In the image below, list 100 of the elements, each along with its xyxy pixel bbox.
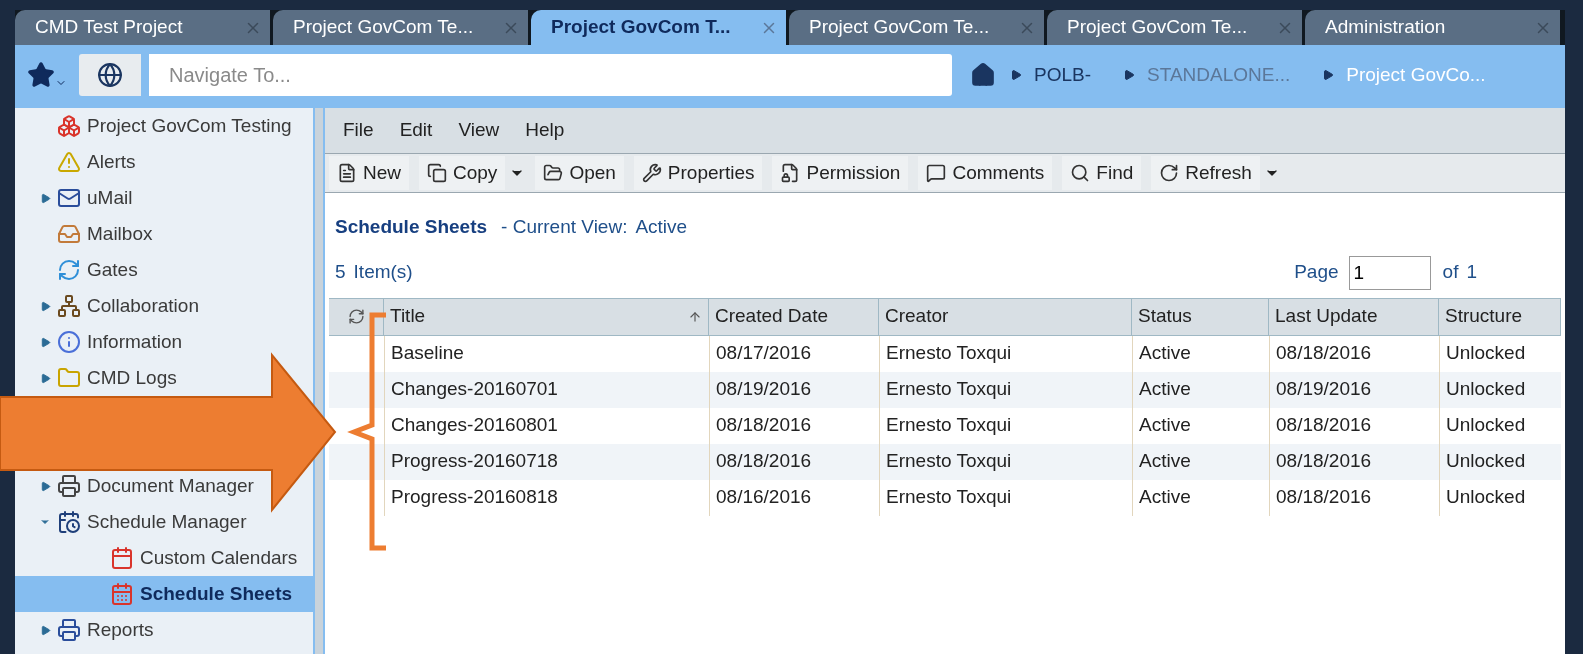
toolbar-button[interactable]: Copy — [419, 156, 506, 190]
table-cell: Unlocked — [1439, 335, 1561, 372]
info-icon — [57, 330, 81, 354]
column-header[interactable]: Title — [384, 298, 709, 335]
view-label: - Current View: — [501, 215, 628, 239]
tree-item[interactable]: Information — [15, 324, 313, 360]
collapse-caret-icon[interactable] — [39, 336, 51, 348]
tree-item[interactable]: Document Manager — [15, 468, 313, 504]
table-cell: Progress-20160718 — [384, 443, 709, 480]
table-cell: 08/18/2016 — [709, 443, 879, 480]
copy-icon — [427, 163, 447, 183]
toolbar-button[interactable]: Open — [535, 156, 624, 190]
table-cell: 08/18/2016 — [1269, 335, 1439, 372]
page-title: Schedule Sheets — [335, 215, 488, 239]
tree-item[interactable]: Gates — [15, 252, 313, 288]
column-header[interactable]: Structure — [1439, 298, 1561, 335]
refresh-icon[interactable] — [347, 308, 365, 325]
collapse-caret-icon[interactable] — [39, 624, 51, 636]
mail-icon — [57, 186, 81, 210]
table-cell: Ernesto Toxqui — [879, 443, 1132, 480]
chevron-icon — [1123, 69, 1136, 81]
globe-button[interactable] — [79, 54, 141, 96]
tree-item[interactable]: Alerts — [15, 144, 313, 180]
table-cell: Progress-20160818 — [384, 479, 709, 516]
navigate-field[interactable]: Navigate To... — [149, 54, 952, 96]
table-cell: Changes-20160801 — [384, 407, 709, 444]
tab[interactable]: Project GovCom Te... — [273, 10, 531, 45]
calendar-icon — [110, 546, 134, 570]
tab[interactable]: Administration — [1305, 10, 1563, 45]
table-cell: Baseline — [384, 335, 709, 372]
of-label: of — [1442, 260, 1459, 285]
toolbar-button[interactable]: New — [329, 156, 409, 190]
inbox-icon — [57, 222, 81, 246]
tab[interactable]: CMD Test Project — [15, 10, 273, 45]
item-count: 5 — [335, 260, 346, 285]
table-cell: Unlocked — [1439, 479, 1561, 516]
collapse-caret-icon[interactable] — [39, 480, 51, 492]
table-cell: 08/18/2016 — [709, 407, 879, 444]
tab[interactable]: Project GovCom T... — [531, 10, 789, 45]
table-cell: Unlocked — [1439, 371, 1561, 408]
collapse-caret-icon[interactable] — [39, 300, 51, 312]
collapse-caret-icon[interactable] — [39, 192, 51, 204]
column-header[interactable]: Status — [1132, 298, 1269, 335]
document-icon — [337, 163, 357, 183]
tools-icon — [641, 163, 662, 183]
printer-icon — [57, 474, 81, 498]
toolbar-button[interactable]: Comments — [918, 156, 1053, 190]
page-field[interactable]: 1 — [1348, 255, 1431, 290]
home-icon[interactable] — [970, 62, 996, 88]
table-cell: Ernesto Toxqui — [879, 371, 1132, 408]
menu-item[interactable]: Edit — [399, 116, 433, 145]
tree-item[interactable]: CMD Logs — [15, 360, 313, 396]
table-cell: 08/18/2016 — [1269, 443, 1439, 480]
tree-item[interactable]: Reports — [15, 612, 313, 648]
table-cell: 08/18/2016 — [1269, 479, 1439, 516]
globe-icon — [97, 62, 123, 88]
view-value: Active — [635, 215, 688, 239]
table-cell: Active — [1132, 407, 1269, 444]
printer-icon — [57, 618, 81, 642]
tree-item[interactable]: Project GovCom Testing — [15, 108, 313, 144]
comment-icon — [926, 163, 947, 183]
table-cell: Ernesto Toxqui — [879, 479, 1132, 516]
table-cell: Unlocked — [1439, 407, 1561, 444]
table-cell: 08/18/2016 — [1269, 407, 1439, 444]
tree-item[interactable]: Schedule Manager — [15, 504, 313, 540]
column-header[interactable]: Created Date — [709, 298, 879, 335]
table-cell: 08/19/2016 — [1269, 371, 1439, 408]
network-icon — [57, 294, 81, 318]
menu-item[interactable]: File — [343, 116, 374, 145]
table-cell: Unlocked — [1439, 443, 1561, 480]
table-cell: Active — [1132, 335, 1269, 372]
calendar-clock-icon — [57, 510, 81, 534]
table-cell: 08/19/2016 — [709, 371, 879, 408]
blocks-icon — [57, 114, 81, 138]
tree-item[interactable]: Schedule Sheets — [15, 576, 313, 612]
breadcrumb-link[interactable]: POLB- — [1034, 60, 1092, 90]
tree-item[interactable]: uMail — [15, 180, 313, 216]
toolbar-button[interactable]: Refresh — [1151, 156, 1260, 190]
refresh-icon — [1159, 163, 1180, 183]
table-cell: Active — [1132, 371, 1269, 408]
tab[interactable]: Project GovCom Te... — [789, 10, 1047, 45]
toolbar-button[interactable]: Permission — [772, 156, 909, 190]
column-header[interactable]: Creator — [879, 298, 1132, 335]
star-icon — [27, 61, 55, 89]
page-label: Page — [1294, 260, 1339, 285]
table-cell: Ernesto Toxqui — [879, 335, 1132, 372]
tab[interactable]: Project GovCom Te... — [1047, 10, 1305, 45]
table-cell: Active — [1132, 479, 1269, 516]
menu-item[interactable]: View — [458, 116, 500, 145]
menu-item[interactable]: Help — [525, 116, 565, 145]
chevron-icon — [1010, 69, 1022, 81]
chevron-icon — [1322, 69, 1335, 81]
collapse-caret-icon[interactable] — [39, 372, 51, 384]
tree-item[interactable]: Collaboration — [15, 288, 313, 324]
tree-item[interactable]: Custom Calendars — [15, 540, 313, 576]
column-header[interactable]: Last Update — [1269, 298, 1439, 335]
toolbar-button[interactable]: Find — [1062, 156, 1142, 190]
table-cell: Ernesto Toxqui — [879, 407, 1132, 444]
tree-item[interactable]: Mailbox — [15, 216, 313, 252]
toolbar-button[interactable]: Properties — [633, 156, 763, 190]
